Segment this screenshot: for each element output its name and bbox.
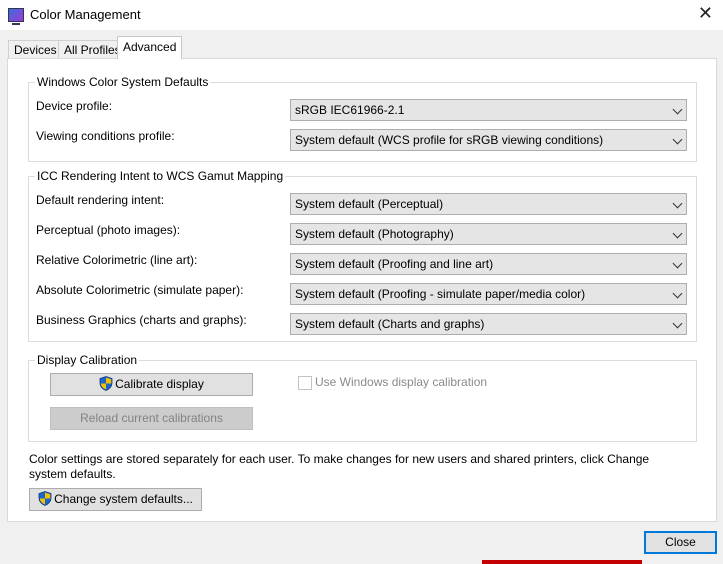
reload-calibrations-button[interactable]: Reload current calibrations (50, 407, 253, 430)
calibrate-display-button[interactable]: Calibrate display (50, 373, 253, 396)
chevron-down-icon (672, 288, 683, 299)
info-text: Color settings are stored separately for… (29, 452, 650, 481)
use-windows-calibration-label: Use Windows display calibration (315, 375, 488, 389)
relative-colorimetric-select[interactable]: System default (Proofing and line art) (290, 253, 687, 275)
viewing-conditions-select[interactable]: System default (WCS profile for sRGB vie… (290, 129, 687, 151)
calibrate-display-label: Calibrate display (115, 377, 204, 391)
chevron-down-icon (672, 228, 683, 239)
business-graphics-select[interactable]: System default (Charts and graphs) (290, 313, 687, 335)
tab-advanced[interactable]: Advanced (117, 36, 183, 59)
color-management-icon (8, 8, 24, 25)
close-icon[interactable]: ✕ (698, 3, 713, 23)
use-windows-calibration-checkbox[interactable] (298, 376, 312, 390)
business-graphics-value: System default (Charts and graphs) (295, 317, 485, 331)
shield-icon (99, 376, 113, 391)
chevron-down-icon (672, 198, 683, 209)
title-bar: Color Management ✕ (0, 0, 723, 30)
wcs-defaults-title: Windows Color System Defaults (35, 75, 211, 89)
device-profile-label: Device profile: (36, 99, 113, 113)
absolute-colorimetric-select[interactable]: System default (Proofing - simulate pape… (290, 283, 687, 305)
change-system-defaults-label: Change system defaults... (54, 492, 193, 506)
chevron-down-icon (672, 134, 683, 145)
default-intent-label: Default rendering intent: (36, 193, 165, 207)
relative-colorimetric-value: System default (Proofing and line art) (295, 257, 494, 271)
close-button[interactable]: Close (644, 531, 717, 554)
display-calibration-title: Display Calibration (35, 353, 140, 367)
default-intent-value: System default (Perceptual) (295, 197, 444, 211)
device-profile-select[interactable]: sRGB IEC61966-2.1 (290, 99, 687, 121)
business-graphics-label: Business Graphics (charts and graphs): (36, 313, 247, 327)
perceptual-value: System default (Photography) (295, 227, 454, 241)
change-system-defaults-button[interactable]: Change system defaults... (29, 488, 202, 511)
chevron-down-icon (672, 258, 683, 269)
tab-devices[interactable]: Devices (8, 40, 63, 58)
chevron-down-icon (672, 318, 683, 329)
perceptual-select[interactable]: System default (Photography) (290, 223, 687, 245)
shield-icon (38, 491, 52, 506)
default-intent-select[interactable]: System default (Perceptual) (290, 193, 687, 215)
viewing-conditions-value: System default (WCS profile for sRGB vie… (295, 133, 604, 147)
chevron-down-icon (672, 104, 683, 115)
device-profile-value: sRGB IEC61966-2.1 (295, 103, 405, 117)
taskbar-strip (482, 560, 642, 564)
absolute-colorimetric-label: Absolute Colorimetric (simulate paper): (36, 283, 244, 297)
relative-colorimetric-label: Relative Colorimetric (line art): (36, 253, 198, 267)
icc-mapping-title: ICC Rendering Intent to WCS Gamut Mappin… (35, 169, 286, 183)
window-title: Color Management (30, 7, 141, 22)
perceptual-label: Perceptual (photo images): (36, 223, 181, 237)
viewing-conditions-label: Viewing conditions profile: (36, 129, 175, 143)
absolute-colorimetric-value: System default (Proofing - simulate pape… (295, 287, 586, 301)
